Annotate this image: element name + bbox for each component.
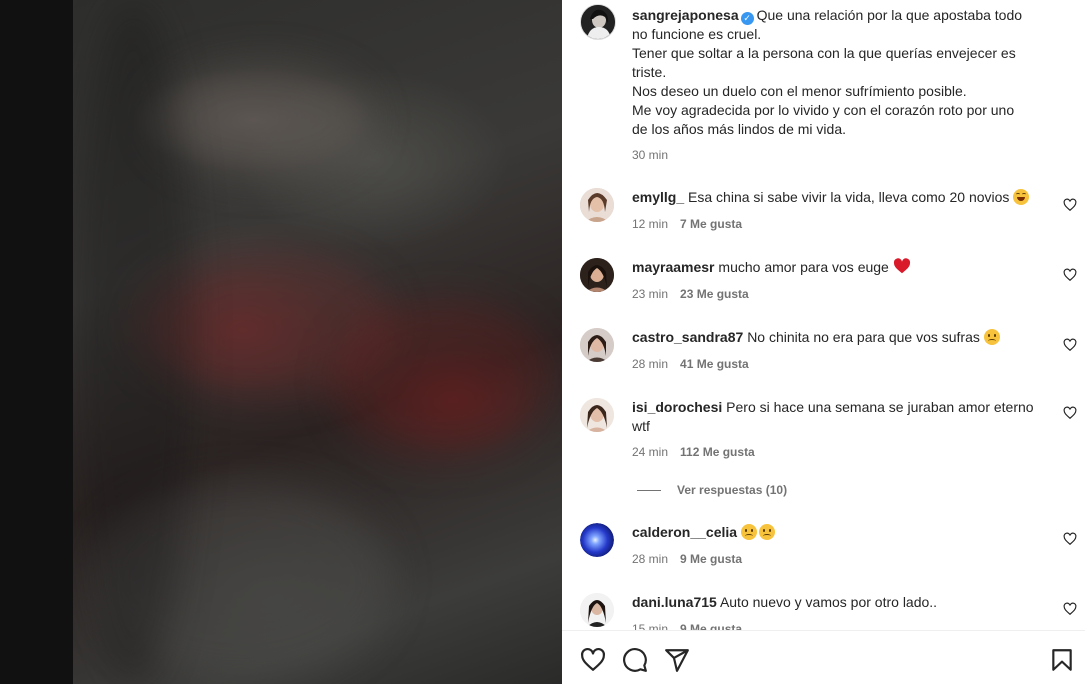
comment-like-icon[interactable] xyxy=(1063,602,1077,616)
comment-likes[interactable]: 112 Me gusta xyxy=(680,445,755,459)
caption-line: Me voy agradecida por lo vivido y con el… xyxy=(632,102,1015,118)
comment-like-icon[interactable] xyxy=(1063,338,1077,352)
caption-line: Que una relación por la que apostaba tod… xyxy=(756,7,1023,23)
sad-emoji-icon xyxy=(758,524,775,540)
comment-like-icon[interactable] xyxy=(1063,532,1077,546)
comment-body: No chinita no era para que vos sufras xyxy=(747,329,980,345)
comment-text: mayraamesr mucho amor para vos euge xyxy=(632,258,1052,277)
comment-time: 28 min xyxy=(632,357,669,371)
comment-item: isi_dorochesi Pero si hace una semana se… xyxy=(562,398,1085,498)
red-heart-emoji-icon xyxy=(893,258,910,274)
author-avatar[interactable] xyxy=(580,4,616,40)
view-replies-label[interactable]: Ver respuestas (10) xyxy=(677,483,787,497)
comment-like-icon[interactable] xyxy=(1063,406,1077,420)
view-replies-button[interactable]: Ver respuestas (10) xyxy=(637,483,787,497)
comment-time: 12 min xyxy=(632,217,669,231)
comment-text: emyllg_ Esa china si sabe vivir la vida,… xyxy=(632,188,1052,207)
post-timestamp: 30 min xyxy=(632,148,668,162)
comment-icon[interactable] xyxy=(622,647,648,673)
comment-likes[interactable]: 9 Me gusta xyxy=(680,622,742,630)
laughing-emoji-icon xyxy=(1013,189,1030,205)
comment-body: Auto nuevo y vamos por otro lado.. xyxy=(719,594,938,610)
comment-body: mucho amor para vos euge xyxy=(718,259,889,275)
comment-meta: 24 min 112 Me gusta xyxy=(632,445,755,459)
comment-body: Pero si hace una semana se juraban amor … xyxy=(726,399,1034,415)
comment-meta: 28 min 9 Me gusta xyxy=(632,552,742,566)
comment-username[interactable]: emyllg_ xyxy=(632,189,684,205)
comment-time: 23 min xyxy=(632,287,669,301)
comment-username[interactable]: isi_dorochesi xyxy=(632,399,722,415)
caption-line: Tener que soltar a la persona con la que… xyxy=(632,45,1016,61)
post-time: 30 min xyxy=(632,148,669,162)
commenter-avatar[interactable] xyxy=(580,398,614,432)
comment-item: castro_sandra87 No chinita no era para q… xyxy=(562,328,1085,388)
comment-meta: 12 min 7 Me gusta xyxy=(632,217,742,231)
author-username[interactable]: sangrejaponesa xyxy=(632,7,739,23)
commenter-avatar[interactable] xyxy=(580,188,614,222)
comment-like-icon[interactable] xyxy=(1063,198,1077,212)
comment-item: emyllg_ Esa china si sabe vivir la vida,… xyxy=(562,188,1085,248)
caption-line: no funcione es cruel. xyxy=(632,26,762,42)
comment-item: dani.luna715 Auto nuevo y vamos por otro… xyxy=(562,593,1085,630)
comment-text: castro_sandra87 No chinita no era para q… xyxy=(632,328,1052,347)
comment-time: 28 min xyxy=(632,552,669,566)
comment-time: 15 min xyxy=(632,622,669,630)
comments-panel: sangrejaponesa ✓ Que una relación por la q… xyxy=(562,0,1085,685)
comments-scroll-area[interactable]: sangrejaponesa ✓ Que una relación por la q… xyxy=(562,0,1085,630)
comment-text: calderon__celia xyxy=(632,523,1052,542)
comment-like-icon[interactable] xyxy=(1063,268,1077,282)
comment-likes[interactable]: 41 Me gusta xyxy=(680,357,749,371)
post-action-bar xyxy=(562,630,1085,685)
save-icon[interactable] xyxy=(1049,647,1075,673)
commenter-avatar[interactable] xyxy=(580,523,614,557)
comment-time: 24 min xyxy=(632,445,669,459)
comment-username[interactable]: mayraamesr xyxy=(632,259,715,275)
caption-line: triste. xyxy=(632,64,667,80)
comment-likes[interactable]: 23 Me gusta xyxy=(680,287,749,301)
post-image[interactable] xyxy=(73,0,562,684)
comment-meta: 15 min 9 Me gusta xyxy=(632,622,742,630)
commenter-avatar[interactable] xyxy=(580,593,614,627)
comment-likes[interactable]: 7 Me gusta xyxy=(680,217,742,231)
comment-text: dani.luna715 Auto nuevo y vamos por otro… xyxy=(632,593,1052,612)
commenter-avatar[interactable] xyxy=(580,328,614,362)
left-backdrop xyxy=(0,0,73,684)
post-caption: sangrejaponesa ✓ Que una relación por la q… xyxy=(632,6,1052,139)
like-icon[interactable] xyxy=(580,647,606,673)
comment-username[interactable]: dani.luna715 xyxy=(632,594,717,610)
replies-divider xyxy=(637,490,661,492)
comment-text: isi_dorochesi Pero si hace una semana se… xyxy=(632,398,1052,436)
comment-username[interactable]: castro_sandra87 xyxy=(632,329,743,345)
caption-line: Nos deseo un duelo con el menor sufrímie… xyxy=(632,83,967,99)
caption-line: de los años más lindos de mi vida. xyxy=(632,121,846,137)
comment-likes[interactable]: 9 Me gusta xyxy=(680,552,742,566)
comment-item: calderon__celia 28 min 9 Me gusta xyxy=(562,523,1085,583)
comment-body-line: wtf xyxy=(632,418,650,434)
comment-item: mayraamesr mucho amor para vos euge 23 m… xyxy=(562,258,1085,318)
share-icon[interactable] xyxy=(664,647,690,673)
comment-username[interactable]: calderon__celia xyxy=(632,524,737,540)
comment-meta: 28 min 41 Me gusta xyxy=(632,357,749,371)
sad-emoji-icon xyxy=(740,524,757,540)
sad-emoji-icon xyxy=(983,329,1000,345)
comment-body: Esa china si sabe vivir la vida, lleva c… xyxy=(688,189,1010,205)
commenter-avatar[interactable] xyxy=(580,258,614,292)
comment-meta: 23 min 23 Me gusta xyxy=(632,287,749,301)
verified-badge-icon: ✓ xyxy=(740,12,754,25)
